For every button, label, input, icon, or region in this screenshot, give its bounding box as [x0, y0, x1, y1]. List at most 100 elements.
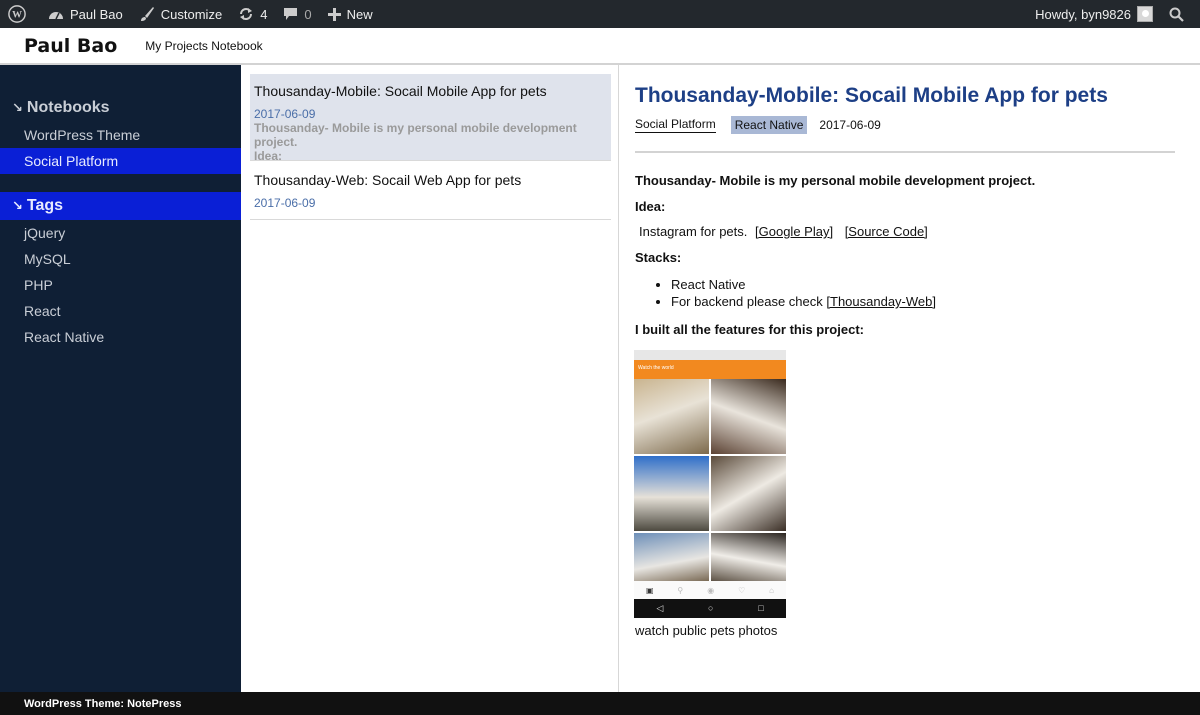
- sidebar-item-jquery[interactable]: jQuery: [0, 220, 241, 246]
- stacks-list: React Native For backend please check [T…: [635, 276, 1175, 310]
- sidebar-item-label: jQuery: [24, 225, 66, 241]
- wordpress-icon: W: [8, 5, 26, 23]
- idea-paragraph: Instagram for pets. [Google Play] [Sourc…: [635, 224, 1175, 239]
- sidebar-item-react-native[interactable]: React Native: [0, 324, 241, 350]
- site-description: My Projects Notebook: [145, 38, 263, 53]
- site-header: Paul Bao My Projects Notebook: [0, 28, 1200, 65]
- back-icon: ◁: [656, 602, 664, 613]
- plus-icon: [327, 7, 341, 21]
- wordpress-logo-button[interactable]: W: [0, 0, 40, 28]
- collapse-arrow-icon: ↘: [12, 198, 23, 213]
- sidebar-item-label: React Native: [24, 329, 105, 345]
- collapse-arrow-icon: ↘: [12, 100, 23, 115]
- footer-text: WordPress Theme: NotePress: [24, 697, 182, 710]
- tag-badge[interactable]: React Native: [730, 116, 808, 134]
- pet-photo: [711, 379, 786, 454]
- site-name-menu[interactable]: Paul Bao: [40, 0, 131, 28]
- recents-icon: □: [758, 603, 764, 613]
- notebooks-heading-label: Notebooks: [26, 99, 110, 116]
- phone-status-bar: [634, 350, 786, 360]
- note-content: Thousanday- Mobile is my personal mobile…: [635, 173, 1175, 337]
- phone-tab-bar: ▣ ⚲ ◉ ♡ ⌂: [634, 581, 786, 599]
- image-caption: watch public pets photos: [635, 623, 778, 638]
- comments-link[interactable]: 0: [275, 0, 319, 28]
- page-title: Thousanday-Mobile: Socail Mobile App for…: [635, 84, 1108, 107]
- sidebar-item-label: React: [24, 303, 61, 319]
- note-date: 2017-06-09: [254, 196, 316, 210]
- note-date: 2017-06-09: [819, 118, 881, 132]
- list-item: For backend please check [Thousanday-Web…: [671, 293, 1175, 310]
- camera-icon: ◉: [707, 585, 715, 595]
- home-icon: ⌂: [769, 585, 774, 595]
- admin-bar: W Paul Bao Customize 4 0 New Howdy, byn9…: [0, 0, 1200, 28]
- stacks-heading: Stacks:: [635, 250, 682, 265]
- divider: [635, 151, 1175, 153]
- sidebar-item-php[interactable]: PHP: [0, 272, 241, 298]
- sidebar-item-mysql[interactable]: MySQL: [0, 246, 241, 272]
- note-date: 2017-06-09: [254, 107, 316, 121]
- customize-label: Customize: [160, 6, 223, 22]
- tags-heading-label: Tags: [26, 197, 64, 214]
- features-heading: I built all the features for this projec…: [635, 322, 864, 337]
- search-button[interactable]: [1161, 0, 1200, 28]
- list-item[interactable]: Thousanday-Mobile: Socail Mobile App for…: [250, 74, 611, 163]
- updates-count: 4: [260, 6, 268, 22]
- intro-text: Thousanday- Mobile is my personal mobile…: [635, 173, 1036, 188]
- sidebar-item-label: PHP: [24, 277, 53, 293]
- dashboard-icon: [49, 12, 63, 20]
- sidebar-item-react[interactable]: React: [0, 298, 241, 324]
- sidebar-item-label: MySQL: [24, 251, 71, 267]
- thousanday-web-link[interactable]: [Thousanday-Web]: [826, 294, 936, 309]
- comment-icon: [284, 8, 298, 20]
- notes-list: Thousanday-Mobile: Socail Mobile App for…: [241, 65, 619, 692]
- sidebar-item-wordpress-theme[interactable]: WordPress Theme: [0, 122, 241, 148]
- notebook-tag-link[interactable]: Social Platform: [635, 117, 716, 133]
- note-detail: Thousanday-Mobile: Socail Mobile App for…: [619, 65, 1200, 692]
- note-meta: Social Platform React Native 2017-06-09: [635, 116, 881, 134]
- sidebar-item-label: WordPress Theme: [24, 127, 141, 143]
- notebooks-heading[interactable]: ↘ Notebooks: [0, 94, 241, 122]
- brush-icon: [140, 7, 154, 21]
- my-account-menu[interactable]: Howdy, byn9826: [1027, 0, 1161, 28]
- phone-app-bar: Watch the world: [634, 360, 786, 379]
- howdy-label: Howdy, byn9826: [1035, 6, 1131, 22]
- search-icon: ⚲: [677, 585, 684, 595]
- new-content-link[interactable]: New: [320, 0, 381, 28]
- home-circle-icon: ○: [708, 603, 714, 613]
- updates-icon: [240, 8, 253, 20]
- note-excerpt: Thousanday- Mobile is my personal mobile…: [254, 121, 577, 149]
- site-name-label: Paul Bao: [70, 6, 123, 22]
- footer: WordPress Theme: NotePress: [0, 692, 1200, 715]
- comments-count: 0: [304, 6, 312, 22]
- stack-text: For backend please check: [671, 294, 823, 309]
- search-icon: [1169, 7, 1184, 22]
- pet-photo: [634, 379, 709, 454]
- google-play-link[interactable]: [Google Play]: [755, 224, 833, 239]
- new-label: New: [346, 6, 373, 22]
- list-item[interactable]: Thousanday-Web: Socail Web App for pets …: [250, 161, 611, 220]
- app-screenshot: Watch the world ▣ ⚲ ◉ ♡ ⌂ ◁ ○ □: [634, 350, 786, 618]
- updates-link[interactable]: 4: [230, 0, 275, 28]
- pet-photo: [711, 533, 786, 581]
- svg-text:W: W: [12, 10, 22, 21]
- heart-icon: ♡: [738, 585, 746, 595]
- sidebar-item-label: Social Platform: [24, 153, 119, 169]
- pet-photo: [634, 533, 709, 581]
- source-code-link[interactable]: [Source Code]: [845, 224, 928, 239]
- note-title: Thousanday-Web: Socail Web App for pets: [254, 172, 522, 188]
- list-item: React Native: [671, 276, 1175, 293]
- avatar: [1137, 6, 1153, 22]
- note-title: Thousanday-Mobile: Socail Mobile App for…: [254, 83, 547, 99]
- pet-photo: [634, 456, 709, 531]
- photo-grid: [634, 379, 786, 581]
- sidebar: ↘ Notebooks WordPress Theme Social Platf…: [0, 65, 241, 692]
- pet-photo: [711, 456, 786, 531]
- site-title[interactable]: Paul Bao: [24, 35, 117, 57]
- idea-heading: Idea:: [635, 199, 666, 214]
- gallery-icon: ▣: [645, 585, 654, 595]
- tags-heading[interactable]: ↘ Tags: [0, 192, 241, 220]
- phone-nav-bar: ◁ ○ □: [634, 599, 786, 617]
- idea-text: Instagram for pets.: [639, 224, 748, 239]
- customize-link[interactable]: Customize: [131, 0, 230, 28]
- sidebar-item-social-platform[interactable]: Social Platform: [0, 148, 241, 174]
